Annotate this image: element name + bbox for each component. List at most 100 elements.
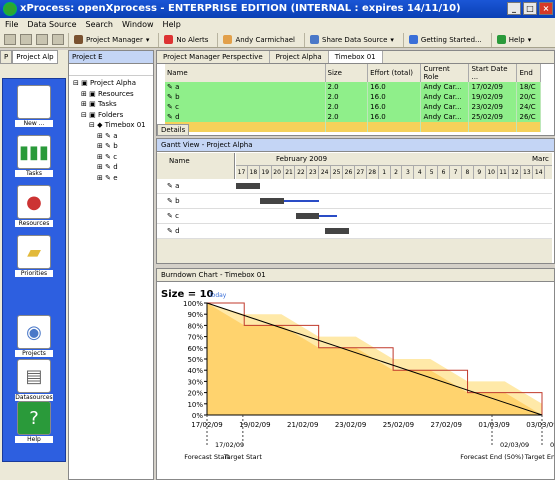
gantt-row[interactable]: ✎ a — [157, 179, 552, 194]
table-row[interactable]: ✎ c 2.0 16.0 Andy Car... 23/02/09 24/C — [165, 102, 541, 112]
tab-timebox[interactable]: Timebox 01 — [328, 51, 383, 63]
new-item[interactable]: ✦ New ... — [15, 85, 53, 127]
gantt-task-bar[interactable] — [295, 213, 320, 219]
menu-data-source[interactable]: Data Source — [27, 18, 76, 32]
tree-node[interactable]: ⊞ ✎ c — [71, 152, 151, 163]
col-size[interactable]: Size — [325, 64, 369, 82]
cell-role: Andy Car... — [420, 112, 470, 122]
cell-start: 19/02/09 — [468, 92, 518, 102]
cell-role: Andy Car... — [420, 92, 470, 102]
size-label: Size = 10 — [161, 289, 214, 300]
tasks-table-pane: Project Manager Perspective Project Alph… — [156, 50, 555, 136]
table-row[interactable]: ✎ a 2.0 16.0 Andy Car... 17/02/09 18/C — [165, 82, 541, 92]
table-row[interactable] — [165, 122, 541, 132]
gantt-task-bar[interactable] — [325, 228, 350, 234]
tree-node[interactable]: ⊞ ✎ b — [71, 141, 151, 152]
burndown-chart: 100% 90% 80% 70% 60% 50% 40% 30% 20% 10% 0% 17/02/0… — [161, 289, 554, 461]
menu-help[interactable]: Help — [163, 18, 181, 32]
gantt-row[interactable]: ✎ b — [157, 194, 552, 209]
gantt-day-label: 26 — [343, 166, 355, 179]
resources-item[interactable]: ● Resources — [15, 185, 53, 227]
project-manager-icon — [74, 35, 83, 44]
tab-pm-perspective[interactable]: Project Manager Perspective — [157, 51, 270, 63]
tree-node[interactable]: ⊟ ◆ Timebox 01 — [71, 120, 151, 131]
col-role[interactable]: Current Role — [420, 64, 470, 82]
getting-started-button[interactable]: Getting Started... — [402, 32, 487, 47]
details-tab[interactable]: Details — [157, 124, 190, 136]
tool-icon[interactable] — [52, 34, 64, 45]
gantt-day-label: 20 — [272, 166, 284, 179]
gantt-day-label: 4 — [414, 166, 427, 179]
x-tick-label: 19/02/09 — [239, 421, 270, 429]
new-icon[interactable] — [4, 34, 16, 45]
projects-icon: ◉ — [17, 315, 51, 349]
x-tick-label: 01/03/09 — [478, 421, 509, 429]
tree-node[interactable]: ⊞ ▣ Resources — [71, 89, 151, 100]
datasources-item[interactable]: ▤ Datasources — [15, 359, 53, 401]
col-effort[interactable]: Effort (total) — [367, 64, 422, 82]
minimize-button[interactable]: _ — [507, 2, 521, 15]
tab-project-alpha[interactable]: Project Alpha — [270, 51, 329, 63]
col-name[interactable]: Name — [165, 64, 326, 82]
gantt-day-label: 23 — [307, 166, 320, 179]
gantt-name-header: Name — [157, 153, 235, 179]
priorities-item[interactable]: ▰ Priorities — [15, 235, 53, 277]
y-tick-label: 100% — [183, 300, 203, 308]
col-start[interactable]: Start Date ... — [468, 64, 518, 82]
gantt-day-label: 21 — [284, 166, 296, 179]
maximize-button[interactable]: □ — [523, 2, 537, 15]
cell-end: 20/C — [516, 92, 541, 102]
help-item[interactable]: ? Help — [15, 401, 53, 443]
gantt-row[interactable]: ✎ d — [157, 224, 552, 239]
cell-effort — [367, 122, 422, 132]
gantt-day-label: 2 — [391, 166, 403, 179]
tab-project-alpha[interactable]: Project Alp — [12, 50, 58, 64]
y-tick-label: 0% — [192, 412, 203, 420]
annotation-label: Target Start — [223, 453, 263, 461]
cell-start — [468, 122, 518, 132]
gantt-day-label: 9 — [474, 166, 486, 179]
gantt-task-bar[interactable] — [259, 198, 284, 204]
tree-node[interactable]: ⊞ ✎ d — [71, 162, 151, 173]
gantt-day-label: 8 — [462, 166, 474, 179]
menu-window[interactable]: Window — [122, 18, 154, 32]
alerts-button[interactable]: No Alerts — [158, 32, 213, 47]
col-end[interactable]: End — [516, 64, 541, 82]
tree-node[interactable]: ⊟ ▣ Project Alpha — [71, 78, 151, 89]
share-button[interactable]: Share Data Source ▾ — [304, 32, 399, 47]
y-tick-label: 90% — [187, 311, 203, 319]
y-tick-label: 80% — [187, 322, 203, 330]
save-icon[interactable] — [20, 34, 32, 45]
close-button[interactable]: × — [539, 2, 553, 15]
help-button[interactable]: Help ▾ — [490, 32, 536, 47]
projects-item[interactable]: ◉ Projects — [15, 315, 53, 357]
print-icon[interactable] — [36, 34, 48, 45]
tree-node[interactable]: ⊞ ✎ a — [71, 131, 151, 142]
gantt-day-label: 25 — [331, 166, 344, 179]
table-row[interactable]: ✎ d 2.0 16.0 Andy Car... 25/02/09 26/C — [165, 112, 541, 122]
explorer-tab[interactable]: Project E — [69, 51, 153, 64]
user-button[interactable]: Andy Carmichael — [217, 32, 300, 47]
project-manager-button[interactable]: Project Manager ▾ — [68, 32, 154, 47]
tab-p[interactable]: P — [0, 50, 13, 64]
gantt-day-label: 10 — [486, 166, 498, 179]
tasks-item[interactable]: ▮▮▮ Tasks — [15, 135, 53, 177]
cell-start: 23/02/09 — [468, 102, 518, 112]
cell-start: 17/02/09 — [468, 82, 518, 92]
tree-node[interactable]: ⊞ ▣ Tasks — [71, 99, 151, 110]
menu-file[interactable]: File — [5, 18, 18, 32]
table-row[interactable]: ✎ b 2.0 16.0 Andy Car... 19/02/09 20/C — [165, 92, 541, 102]
gantt-day-label: 13 — [521, 166, 534, 179]
y-tick-label: 40% — [187, 367, 203, 375]
gantt-task-bar[interactable] — [236, 183, 260, 189]
tree-node[interactable]: ⊞ ✎ e — [71, 173, 151, 184]
y-tick-label: 50% — [187, 356, 203, 364]
burndown-title[interactable]: Burndown Chart - Timebox 01 — [157, 269, 554, 282]
gantt-day-label: 28 — [367, 166, 379, 179]
menu-search[interactable]: Search — [86, 18, 113, 32]
gantt-title[interactable]: Gantt View - Project Alpha — [157, 139, 554, 152]
cell-name: ✎ c — [165, 102, 326, 112]
tree-node[interactable]: ⊟ ▣ Folders — [71, 110, 151, 121]
annotation-date: 02/03/09 — [500, 441, 529, 449]
gantt-row[interactable]: ✎ c — [157, 209, 552, 224]
